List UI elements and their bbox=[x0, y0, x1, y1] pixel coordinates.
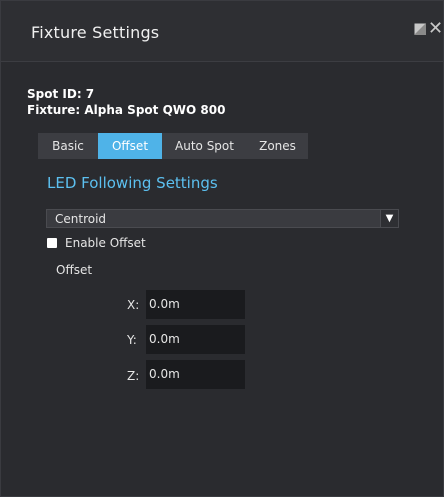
y-label: Y: bbox=[127, 333, 137, 347]
tab-zones[interactable]: Zones bbox=[247, 133, 308, 159]
fixture-name-text: Fixture: Alpha Spot QWO 800 bbox=[27, 103, 226, 117]
z-offset-input[interactable]: 0.0m bbox=[146, 360, 245, 389]
y-offset-input[interactable]: 0.0m bbox=[146, 325, 245, 354]
settings-tabs: Basic Offset Auto Spot Zones bbox=[38, 133, 308, 159]
enable-offset-label: Enable Offset bbox=[65, 236, 146, 250]
led-mode-selected-value: Centroid bbox=[55, 212, 107, 226]
tab-offset[interactable]: Offset bbox=[98, 133, 162, 159]
fixture-settings-window: Fixture Settings ✕ Spot ID: 7 Fixture: A… bbox=[0, 0, 444, 497]
tab-basic[interactable]: Basic bbox=[38, 133, 98, 159]
offset-label: Offset bbox=[56, 263, 93, 277]
window-title: Fixture Settings bbox=[31, 23, 160, 42]
close-icon[interactable]: ✕ bbox=[428, 20, 443, 38]
x-label: X: bbox=[127, 298, 140, 312]
x-offset-input[interactable]: 0.0m bbox=[146, 290, 245, 319]
tab-auto-spot[interactable]: Auto Spot bbox=[162, 133, 247, 159]
enable-offset-checkbox[interactable] bbox=[47, 238, 57, 248]
led-following-settings-heading: LED Following Settings bbox=[47, 174, 218, 192]
chevron-down-icon[interactable]: ▼ bbox=[380, 210, 398, 227]
spot-id-text: Spot ID: 7 bbox=[27, 87, 95, 101]
restore-icon[interactable] bbox=[413, 21, 427, 37]
led-mode-select[interactable]: Centroid ▼ bbox=[46, 209, 399, 228]
z-label: Z: bbox=[127, 369, 140, 383]
title-bar: Fixture Settings ✕ bbox=[1, 1, 443, 62]
